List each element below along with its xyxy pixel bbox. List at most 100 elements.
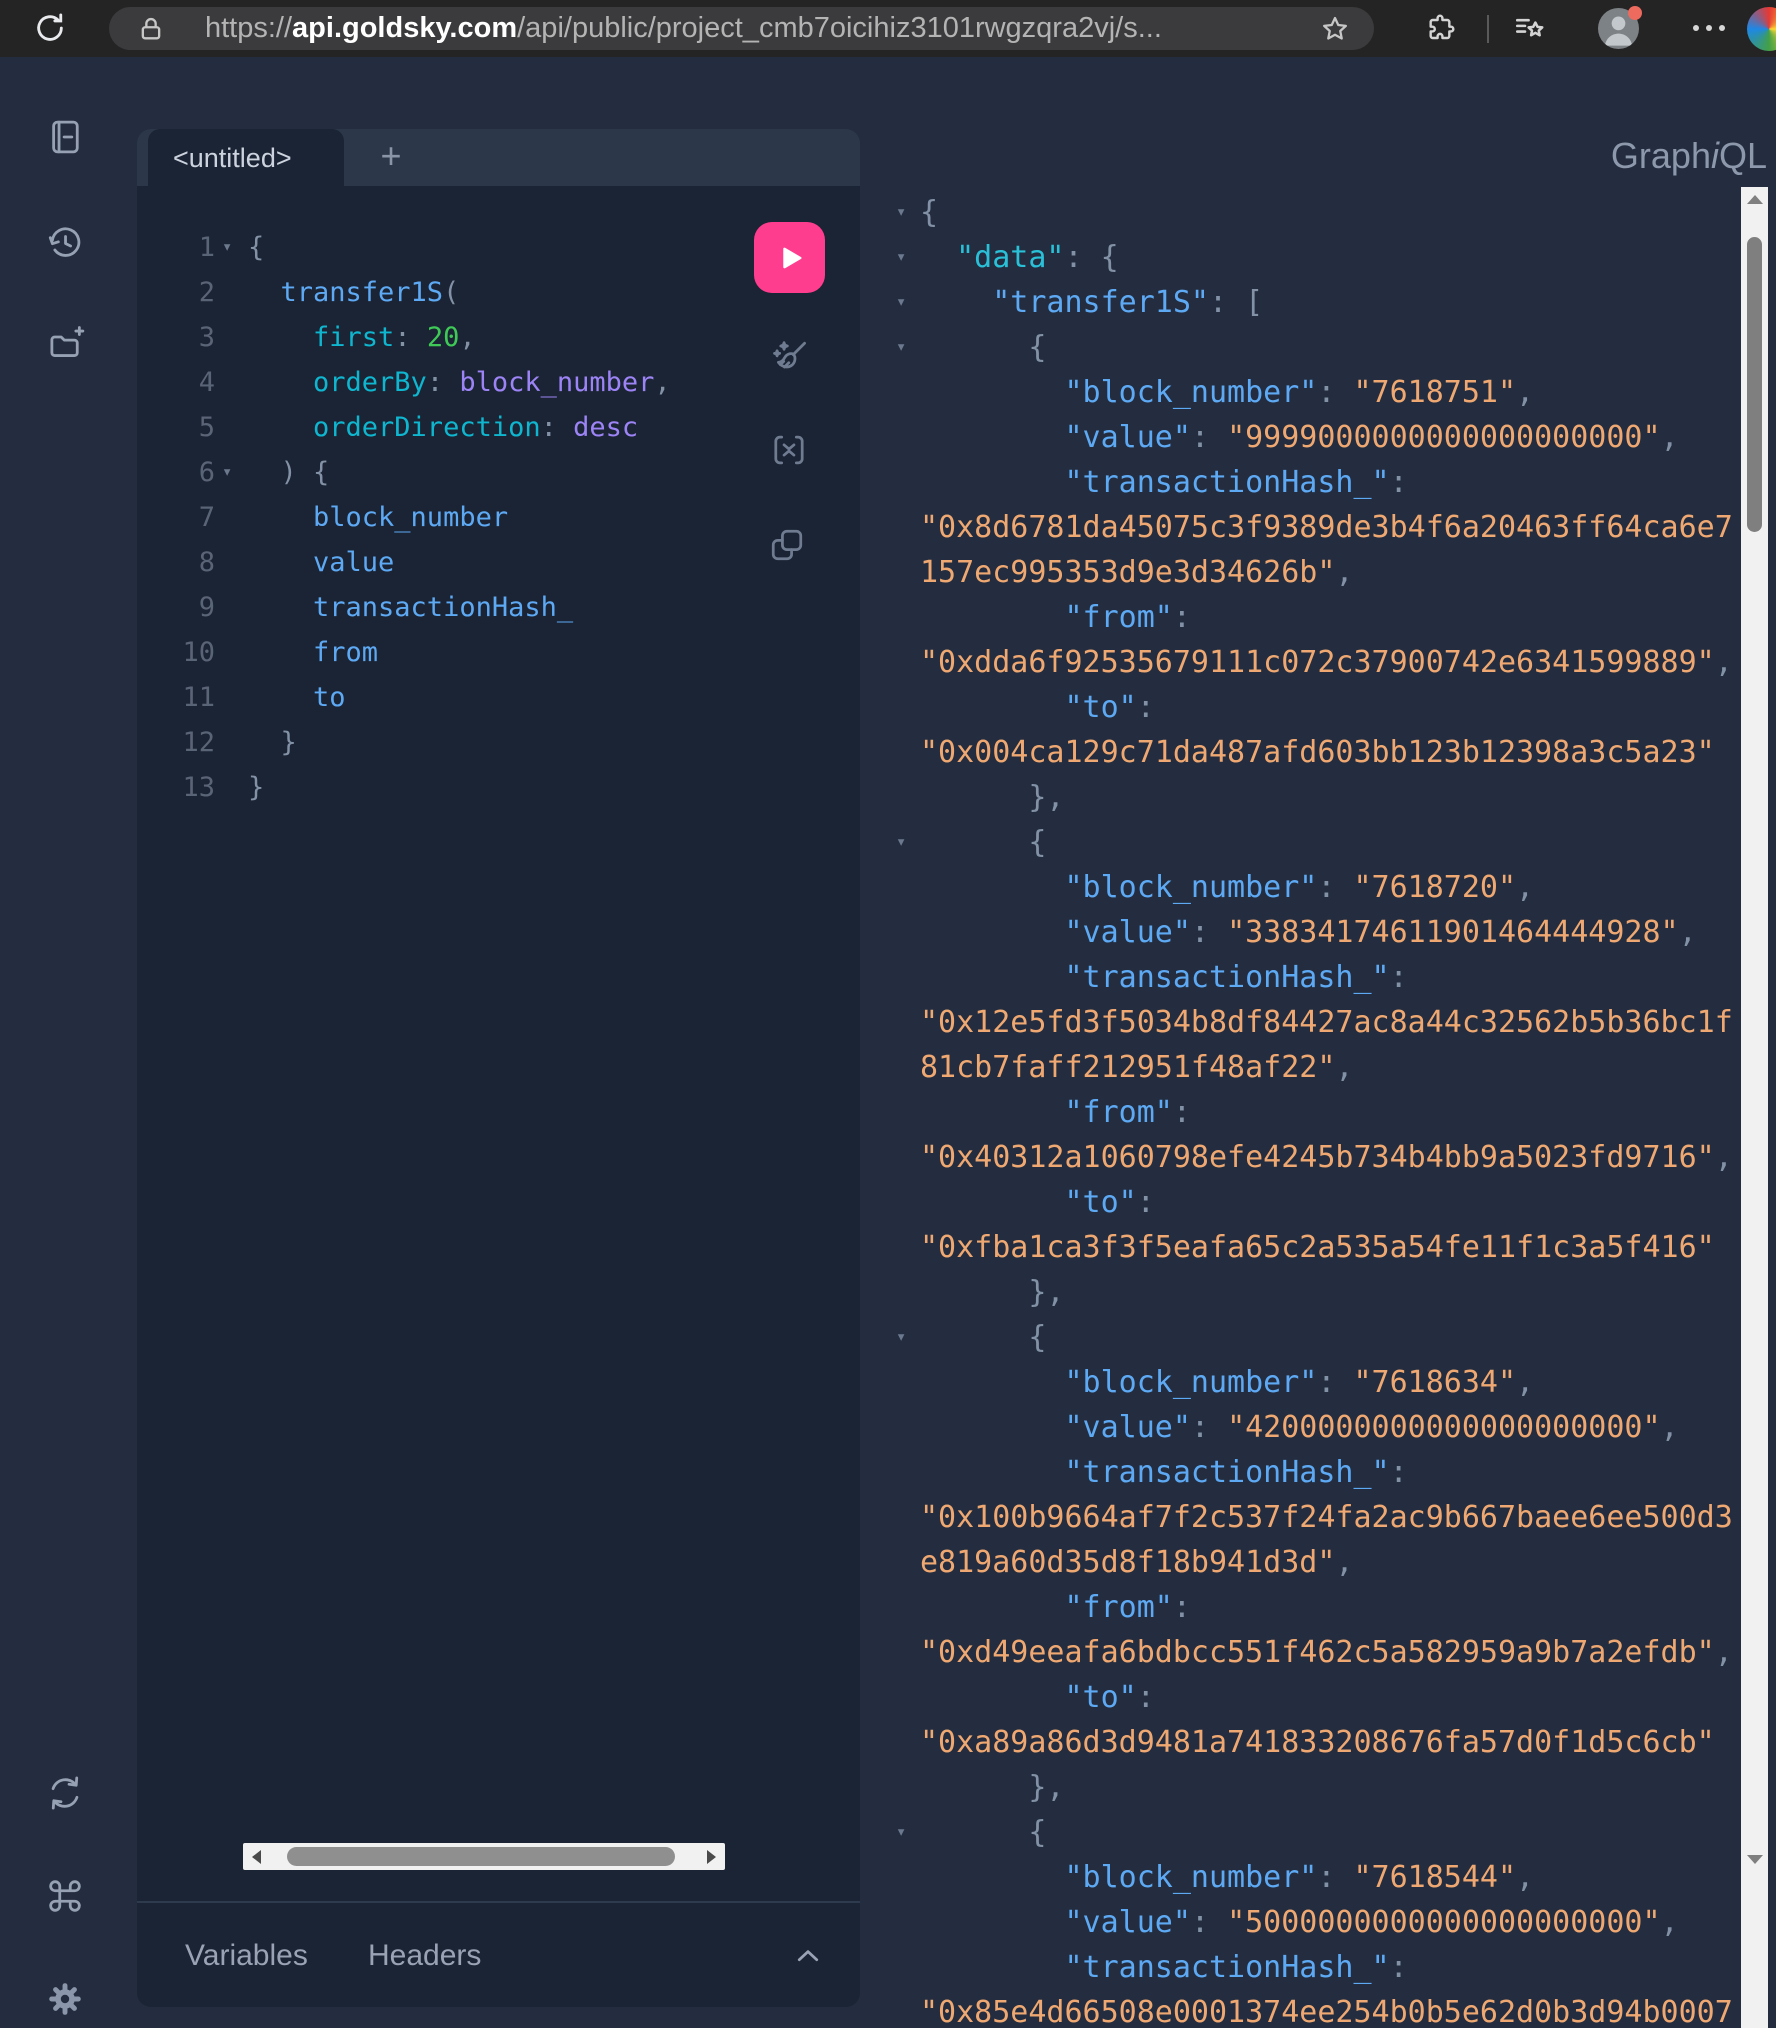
response-code-line: "value": "9999000000000000000000", bbox=[890, 415, 1742, 460]
fold-toggle-icon[interactable]: ▾ bbox=[222, 450, 232, 495]
line-number: 11 bbox=[137, 675, 215, 720]
response-code-line: "value": "33834174611901464444928", bbox=[890, 910, 1742, 955]
editor-code-line: 9 transactionHash_ bbox=[137, 585, 860, 630]
response-code-line: "from": bbox=[890, 1585, 1742, 1630]
scroll-up-arrow-icon[interactable] bbox=[1747, 195, 1763, 204]
prettify-broom-icon bbox=[767, 335, 811, 379]
code-text: "0x100b9664af7f2c537f24fa2ac9b667baee6ee… bbox=[920, 1495, 1733, 1540]
editor-code-line: 1▾{ bbox=[137, 225, 860, 270]
code-text: "transfer1S": [ bbox=[920, 280, 1263, 325]
line-number: 2 bbox=[137, 270, 215, 315]
code-text: { bbox=[920, 190, 938, 235]
bookmark-star-icon[interactable] bbox=[1320, 14, 1350, 44]
favorites-list-star-icon bbox=[1513, 11, 1547, 45]
scroll-left-arrow-icon[interactable] bbox=[252, 1850, 261, 1864]
response-code-line: "transactionHash_": bbox=[890, 1450, 1742, 1495]
code-text: first: 20, bbox=[248, 315, 476, 360]
merge-fragments-button[interactable] bbox=[767, 428, 811, 472]
fold-toggle-icon[interactable]: ▾ bbox=[896, 1315, 906, 1360]
code-text: from bbox=[248, 630, 378, 675]
sidebar-shortcuts-button[interactable] bbox=[42, 1873, 88, 1919]
fold-toggle-icon[interactable]: ▾ bbox=[896, 1810, 906, 1855]
scroll-down-arrow-icon[interactable] bbox=[1747, 1855, 1763, 1864]
gear-icon bbox=[44, 1978, 86, 2020]
response-code-line: }, bbox=[890, 1765, 1742, 1810]
response-code-line: "block_number": "7618751", bbox=[890, 370, 1742, 415]
browser-menu-button[interactable] bbox=[1693, 25, 1725, 31]
response-code-line: ▾ "transfer1S": [ bbox=[890, 280, 1742, 325]
address-bar[interactable]: https://api.goldsky.com/api/public/proje… bbox=[109, 7, 1374, 50]
sidebar-docs-button[interactable] bbox=[42, 114, 88, 160]
line-number: 13 bbox=[137, 765, 215, 810]
code-text: 81cb7faff212951f48af22", bbox=[920, 1045, 1353, 1090]
response-code-line: "0x40312a1060798efe4245b734b4bb9a5023fd9… bbox=[890, 1135, 1742, 1180]
scrollbar-thumb[interactable] bbox=[287, 1847, 675, 1866]
code-text: } bbox=[248, 765, 264, 810]
code-text: orderBy: block_number, bbox=[248, 360, 671, 405]
response-code-line: "0xfba1ca3f3f5eafa65c2a535a54fe11f1c3a5f… bbox=[890, 1225, 1742, 1270]
profile-notification-dot bbox=[1628, 6, 1642, 20]
fold-toggle-icon[interactable]: ▾ bbox=[896, 190, 906, 235]
response-code-line: "block_number": "7618634", bbox=[890, 1360, 1742, 1405]
code-text: { bbox=[920, 1810, 1046, 1855]
response-vertical-scrollbar[interactable] bbox=[1741, 187, 1768, 2028]
code-text: "from": bbox=[920, 595, 1191, 640]
sidebar-history-button[interactable] bbox=[42, 220, 88, 266]
code-text: "block_number": "7618634", bbox=[920, 1360, 1534, 1405]
tab-variables[interactable]: Variables bbox=[185, 1939, 308, 1973]
history-clock-icon bbox=[44, 222, 86, 264]
code-text: "0x40312a1060798efe4245b734b4bb9a5023fd9… bbox=[920, 1135, 1733, 1180]
puzzle-icon bbox=[1424, 12, 1456, 44]
response-code-line: "0x8d6781da45075c3f9389de3b4f6a20463ff64… bbox=[890, 505, 1742, 550]
response-code-line: 157ec995353d9e3d34626b", bbox=[890, 550, 1742, 595]
sidebar-new-collection-button[interactable] bbox=[42, 321, 88, 367]
copy-query-button[interactable] bbox=[765, 523, 809, 567]
response-code-line: "to": bbox=[890, 1180, 1742, 1225]
execute-query-button[interactable] bbox=[754, 222, 825, 293]
line-number: 4 bbox=[137, 360, 215, 405]
code-text: "to": bbox=[920, 685, 1155, 730]
code-text: orderDirection: desc bbox=[248, 405, 638, 450]
code-text: { bbox=[248, 225, 264, 270]
extensions-button[interactable] bbox=[1418, 6, 1462, 50]
editor-code-line: 5 orderDirection: desc bbox=[137, 405, 860, 450]
fold-toggle-icon[interactable]: ▾ bbox=[896, 280, 906, 325]
editor-horizontal-scrollbar[interactable] bbox=[243, 1843, 725, 1870]
fold-toggle-icon[interactable]: ▾ bbox=[896, 235, 906, 280]
response-code-line: ▾ { bbox=[890, 325, 1742, 370]
response-code-line: "value": "4200000000000000000000", bbox=[890, 1405, 1742, 1450]
response-code-line: "0x12e5fd3f5034b8df84427ac8a44c32562b5b3… bbox=[890, 1000, 1742, 1045]
new-tab-button[interactable]: + bbox=[367, 129, 415, 186]
collapse-tools-button[interactable] bbox=[793, 1941, 823, 1971]
sidebar-settings-button[interactable] bbox=[42, 1976, 88, 2022]
code-text: "0xfba1ca3f3f5eafa65c2a535a54fe11f1c3a5f… bbox=[920, 1225, 1715, 1270]
code-text: "0x004ca129c71da487afd603bb123b12398a3c5… bbox=[920, 730, 1715, 775]
editor-tabstrip: <untitled> + bbox=[137, 129, 860, 186]
reload-button[interactable] bbox=[28, 6, 72, 50]
response-code-line: "to": bbox=[890, 685, 1742, 730]
prettify-button[interactable] bbox=[767, 335, 811, 379]
toolbar-divider bbox=[1487, 15, 1489, 43]
code-text: "transactionHash_": bbox=[920, 1450, 1408, 1495]
tab-headers[interactable]: Headers bbox=[368, 1939, 481, 1973]
fold-toggle-icon[interactable]: ▾ bbox=[222, 225, 232, 270]
response-code-line: "block_number": "7618544", bbox=[890, 1855, 1742, 1900]
line-number: 10 bbox=[137, 630, 215, 675]
tab-untitled[interactable]: <untitled> bbox=[148, 129, 344, 186]
code-text: "0x12e5fd3f5034b8df84427ac8a44c32562b5b3… bbox=[920, 1000, 1733, 1045]
scroll-right-arrow-icon[interactable] bbox=[707, 1850, 716, 1864]
fold-toggle-icon[interactable]: ▾ bbox=[896, 325, 906, 370]
response-code-line: ▾ { bbox=[890, 1810, 1742, 1855]
code-text: "value": "33834174611901464444928", bbox=[920, 910, 1697, 955]
scrollbar-thumb[interactable] bbox=[1747, 237, 1762, 532]
code-text: transfer1S( bbox=[248, 270, 459, 315]
favorites-button[interactable] bbox=[1508, 6, 1552, 50]
code-text: "value": "9999000000000000000000", bbox=[920, 415, 1679, 460]
sidebar-refetch-schema-button[interactable] bbox=[42, 1770, 88, 1816]
response-code-line: "transactionHash_": bbox=[890, 460, 1742, 505]
extension-logo-icon[interactable] bbox=[1747, 7, 1776, 51]
fold-toggle-icon[interactable]: ▾ bbox=[896, 820, 906, 865]
graphiql-logo: GraphiQL bbox=[1611, 135, 1767, 177]
code-text: "transactionHash_": bbox=[920, 460, 1408, 505]
query-editor[interactable]: 1▾{2 transfer1S(3 first: 20,4 orderBy: b… bbox=[137, 225, 860, 810]
